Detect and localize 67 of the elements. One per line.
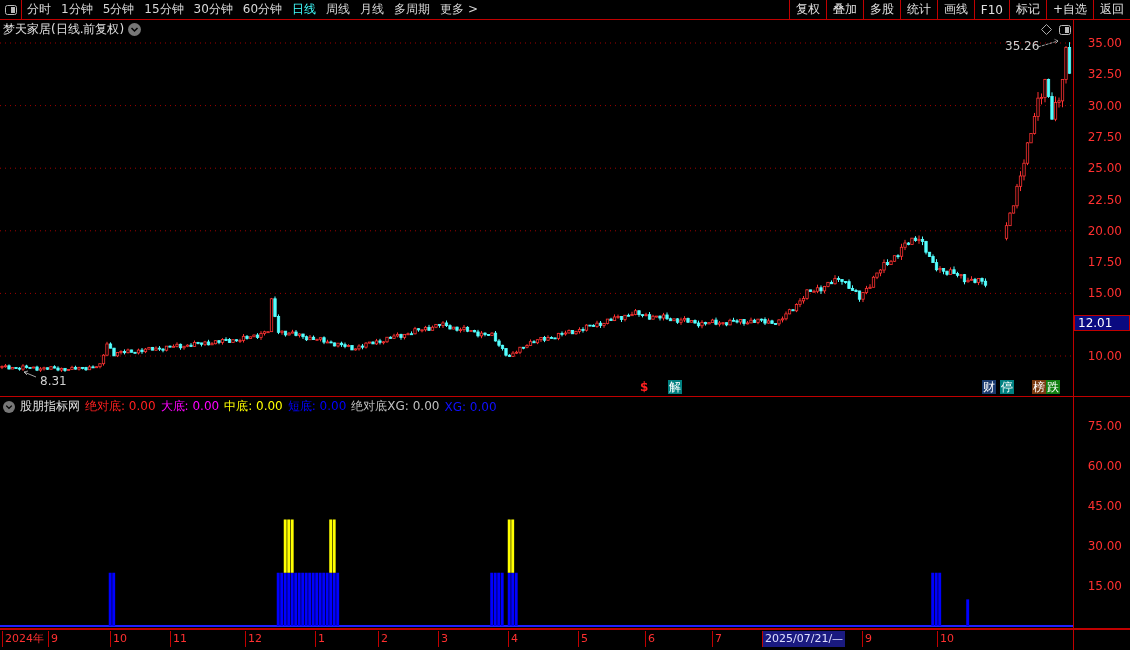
high-price-label: 35.26 [1005,39,1040,53]
time-axis-label: 4 [508,631,520,647]
toolbar-button[interactable]: 统计 [899,0,937,19]
time-axis-label: 2024年 [2,631,46,647]
indicator-name: 股朋指标网 [20,398,80,415]
low-price-label: 8.31 [40,375,67,387]
toolbar-button[interactable]: 多股 [862,0,900,19]
time-axis-label: 3 [438,631,450,647]
event-marker[interactable]: $ [640,380,649,394]
time-axis-label: 1 [315,631,327,647]
time-axis-label: 2025/07/21/— [762,631,846,647]
more-menu[interactable]: 更多 > [435,0,483,19]
event-tag[interactable]: 财 [982,380,996,394]
period-tab[interactable]: 月线 [355,0,390,19]
toolbar-button[interactable]: 标记 [1008,0,1046,19]
price-axis-label: 17.50 [1087,255,1122,270]
toolbar-button[interactable]: +自选 [1045,0,1093,19]
time-axis-label: 2 [378,631,390,647]
indicator-axis-label: 15.00 [1087,579,1122,594]
period-tab[interactable]: 15分钟 [139,0,189,19]
period-tab[interactable]: 分时 [22,0,56,19]
period-tab[interactable]: 1分钟 [56,0,98,19]
indicator-value: 绝对底: 0.00 [85,398,156,415]
time-axis-label: 6 [645,631,657,647]
price-axis-label: 22.50 [1087,192,1122,207]
toolbar-button[interactable]: F10 [973,0,1009,19]
toolbar-button[interactable]: 画线 [936,0,974,19]
indicator-value: 短底: 0.00 [287,398,347,415]
event-tag[interactable]: 解 [668,380,682,394]
period-tab[interactable]: 日线 [287,0,322,19]
price-axis-label: 30.00 [1087,98,1122,113]
time-axis-label: 10 [110,631,129,647]
price-axis-label: 27.50 [1087,129,1122,144]
period-tab[interactable]: 周线 [321,0,356,19]
toolbar-button[interactable]: 叠加 [825,0,863,19]
time-axis-label: 12 [245,631,264,647]
indicator-axis-label: 45.00 [1087,499,1122,514]
stock-title: 梦天家居(日线.前复权) [3,21,125,38]
time-axis-label: 7 [712,631,724,647]
event-tag[interactable]: 榜 [1032,380,1046,394]
indicator-value: 大底: 0.00 [160,398,220,415]
period-tab[interactable]: 30分钟 [188,0,238,19]
event-tag[interactable]: 停 [1000,380,1014,394]
time-axis-label: 5 [578,631,590,647]
event-tag[interactable]: 跌 [1046,380,1060,394]
price-axis-label: 10.00 [1087,349,1122,363]
indicator-axis-label: 75.00 [1087,419,1122,434]
time-axis-label: 9 [48,631,60,647]
indicator-value: 中底: 0.00 [224,398,283,415]
price-axis-label: 25.00 [1087,161,1122,176]
current-price-label: 12.01 [1074,315,1130,331]
indicator-axis-label: 30.00 [1087,539,1122,554]
period-tab[interactable]: 5分钟 [97,0,140,19]
toolbar-button[interactable]: 复权 [788,0,826,19]
period-tab[interactable]: 多周期 [389,0,436,19]
indicator-value: XG: 0.00 [444,399,497,414]
price-axis-label: 15.00 [1087,286,1122,301]
price-axis-label: 35.00 [1087,36,1122,50]
toolbar-button[interactable]: 返回 [1093,0,1130,19]
indicator-axis-label: 60.00 [1087,459,1122,474]
time-axis-label: 10 [937,631,956,647]
period-tab[interactable]: 60分钟 [237,0,288,19]
time-axis-label: 11 [170,631,189,647]
price-axis-label: 20.00 [1087,223,1122,238]
indicator-value: 绝对底XG: 0.00 [351,398,440,415]
time-axis-label: 9 [862,631,874,647]
price-axis-label: 32.50 [1087,67,1122,82]
